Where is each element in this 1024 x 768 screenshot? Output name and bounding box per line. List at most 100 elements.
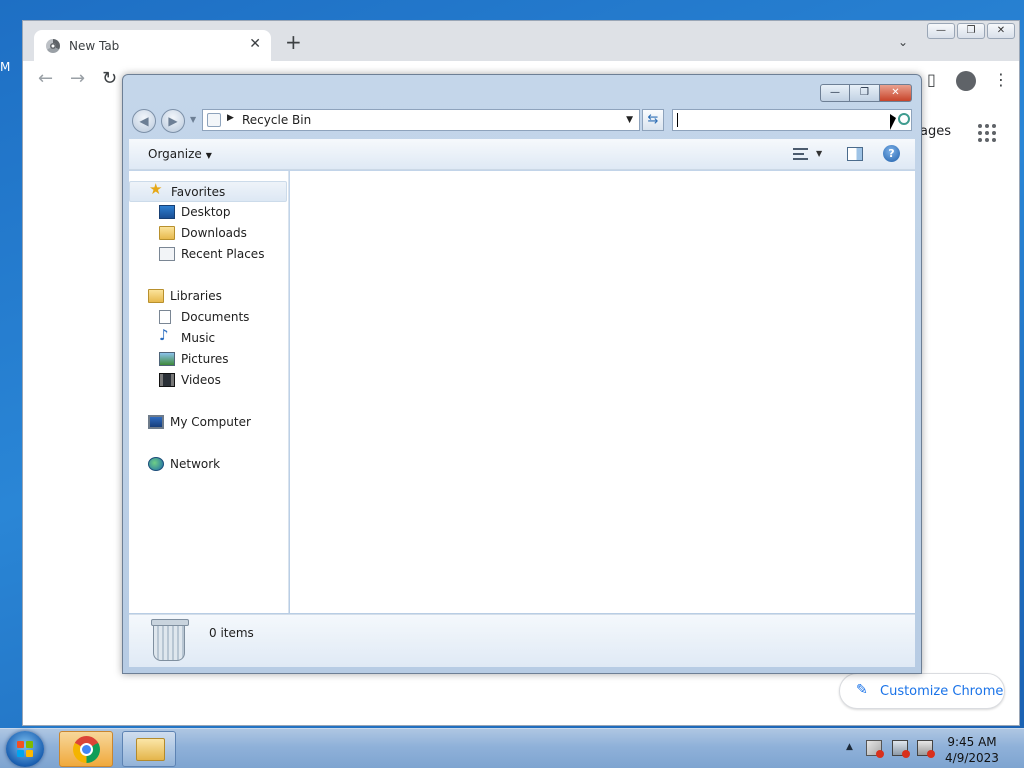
nav-item-libraries[interactable]: Libraries — [129, 286, 287, 307]
star-icon: ★ — [149, 180, 163, 198]
nav-item-my-computer[interactable]: My Computer — [129, 412, 287, 433]
tab-close-icon[interactable]: ✕ — [249, 36, 261, 52]
explorer-maximize-button[interactable]: ❐ — [850, 84, 880, 102]
desktop-icon — [159, 205, 175, 219]
volume-muted-icon[interactable] — [917, 740, 935, 758]
explorer-window-controls: — ❐ ✕ — [820, 84, 912, 102]
customize-chrome-label: Customize Chrome — [880, 684, 1004, 699]
command-bar: Organize ▼ ▼ ? — [129, 139, 915, 170]
details-pane: 0 items — [129, 614, 915, 667]
new-tab-button[interactable]: + — [285, 32, 302, 52]
navigation-pane: ★ Favorites Desktop Downloads Recent Pla… — [129, 171, 289, 613]
network-status-icon[interactable] — [892, 740, 910, 758]
file-list-area[interactable] — [290, 171, 915, 613]
address-bar[interactable]: ▶ Recycle Bin ▼ — [202, 109, 640, 131]
chrome-maximize-button[interactable]: ❐ — [957, 23, 985, 39]
mute-badge-icon — [927, 750, 935, 758]
clock-time: 9:45 AM — [947, 735, 997, 749]
nav-item-pictures[interactable]: Pictures — [129, 349, 287, 370]
nav-item-label: Favorites — [171, 185, 226, 199]
nav-item-downloads[interactable]: Downloads — [129, 223, 287, 244]
nav-item-label: Pictures — [181, 352, 229, 366]
chrome-tabstrip: New Tab ✕ + ⌄ — ❐ ✕ — [23, 21, 1019, 61]
nav-item-desktop[interactable]: Desktop — [129, 202, 287, 223]
error-badge-icon — [902, 750, 910, 758]
taskbar-chrome-button[interactable] — [59, 731, 113, 767]
breadcrumb-recycle-bin[interactable]: Recycle Bin — [242, 113, 311, 127]
nav-item-videos[interactable]: Videos — [129, 370, 287, 391]
tab-new-tab[interactable]: New Tab ✕ — [34, 30, 271, 61]
search-input[interactable] — [672, 109, 912, 131]
chrome-window-controls: — ❐ ✕ — [927, 23, 1015, 39]
chrome-logo-icon — [73, 736, 100, 763]
nav-item-label: Network — [170, 457, 221, 471]
recent-pages-dropdown-icon[interactable]: ▼ — [190, 115, 196, 124]
nav-item-label: Recent Places — [181, 247, 265, 261]
explorer-minimize-button[interactable]: — — [820, 84, 850, 102]
libraries-folder-icon — [148, 289, 164, 303]
action-center-flag-icon[interactable] — [866, 740, 884, 758]
chrome-favicon-icon — [46, 39, 60, 53]
nav-item-network[interactable]: Network — [129, 454, 287, 475]
recycle-bin-icon — [151, 619, 189, 661]
tab-title: New Tab — [69, 39, 120, 53]
back-arrow-icon[interactable]: ← — [38, 70, 53, 88]
taskbar: ▲ 9:45 AM 4/9/2023 — [0, 728, 1024, 768]
view-options-dropdown-icon[interactable]: ▼ — [816, 149, 822, 158]
item-count: 0 items — [209, 626, 254, 640]
windows-logo-icon — [17, 741, 24, 748]
help-icon[interactable]: ? — [883, 145, 900, 162]
nav-item-documents[interactable]: Documents — [129, 307, 287, 328]
forward-arrow-icon[interactable]: → — [70, 70, 85, 88]
nav-item-label: Downloads — [181, 226, 247, 240]
forward-button[interactable]: ▶ — [161, 109, 185, 133]
reload-icon[interactable]: ↻ — [102, 70, 117, 88]
downloads-folder-icon — [159, 226, 175, 240]
chrome-close-button[interactable]: ✕ — [987, 23, 1015, 39]
show-hidden-icons-icon[interactable]: ▲ — [846, 742, 853, 752]
breadcrumb-separator-icon[interactable]: ▶ — [227, 113, 234, 123]
customize-chrome-button[interactable]: ✎ Customize Chrome — [839, 673, 1005, 709]
pencil-icon: ✎ — [856, 682, 868, 698]
taskbar-explorer-button[interactable] — [122, 731, 176, 767]
chevron-down-icon: ▼ — [205, 151, 212, 160]
recent-places-icon — [159, 247, 175, 261]
system-clock[interactable]: 9:45 AM 4/9/2023 — [942, 734, 1002, 766]
nav-item-label: Libraries — [170, 289, 222, 303]
network-icon — [148, 457, 164, 471]
change-view-icon[interactable] — [793, 147, 808, 161]
chrome-minimize-button[interactable]: — — [927, 23, 955, 39]
nav-item-music[interactable]: ♪ Music — [129, 328, 287, 349]
profile-avatar-icon[interactable] — [956, 71, 976, 91]
start-button[interactable] — [6, 731, 44, 767]
search-icon[interactable] — [898, 113, 910, 125]
images-link-partial[interactable]: ages — [920, 124, 951, 139]
computer-icon — [148, 415, 164, 429]
documents-icon — [159, 310, 171, 324]
nav-item-label: Documents — [181, 310, 250, 324]
nav-item-label: Music — [181, 331, 216, 345]
nav-item-label: Videos — [181, 373, 221, 387]
chrome-menu-icon[interactable]: ⋮ — [993, 72, 1009, 88]
preview-pane-icon[interactable] — [847, 147, 863, 161]
recycle-bin-small-icon — [207, 113, 221, 127]
music-icon: ♪ — [159, 326, 169, 344]
nav-item-label: My Computer — [170, 415, 251, 429]
refresh-icon[interactable]: ⇆ — [642, 109, 664, 131]
organize-button[interactable]: Organize ▼ — [148, 147, 212, 161]
text-caret — [677, 113, 678, 127]
side-panel-icon[interactable]: ▯ — [927, 72, 936, 88]
pictures-icon — [159, 352, 175, 366]
clock-date: 4/9/2023 — [945, 751, 999, 765]
apps-grid-icon[interactable] — [978, 124, 996, 142]
explorer-close-button[interactable]: ✕ — [880, 84, 912, 102]
address-dropdown-icon[interactable]: ▼ — [626, 115, 633, 125]
videos-icon — [159, 373, 175, 387]
back-button[interactable]: ◀ — [132, 109, 156, 133]
nav-item-label: Desktop — [181, 205, 231, 219]
error-badge-icon — [876, 750, 884, 758]
nav-item-favorites[interactable]: ★ Favorites — [129, 181, 287, 202]
organize-label: Organize — [148, 147, 202, 161]
tab-search-chevron-icon[interactable]: ⌄ — [898, 35, 908, 49]
nav-item-recent-places[interactable]: Recent Places — [129, 244, 287, 265]
